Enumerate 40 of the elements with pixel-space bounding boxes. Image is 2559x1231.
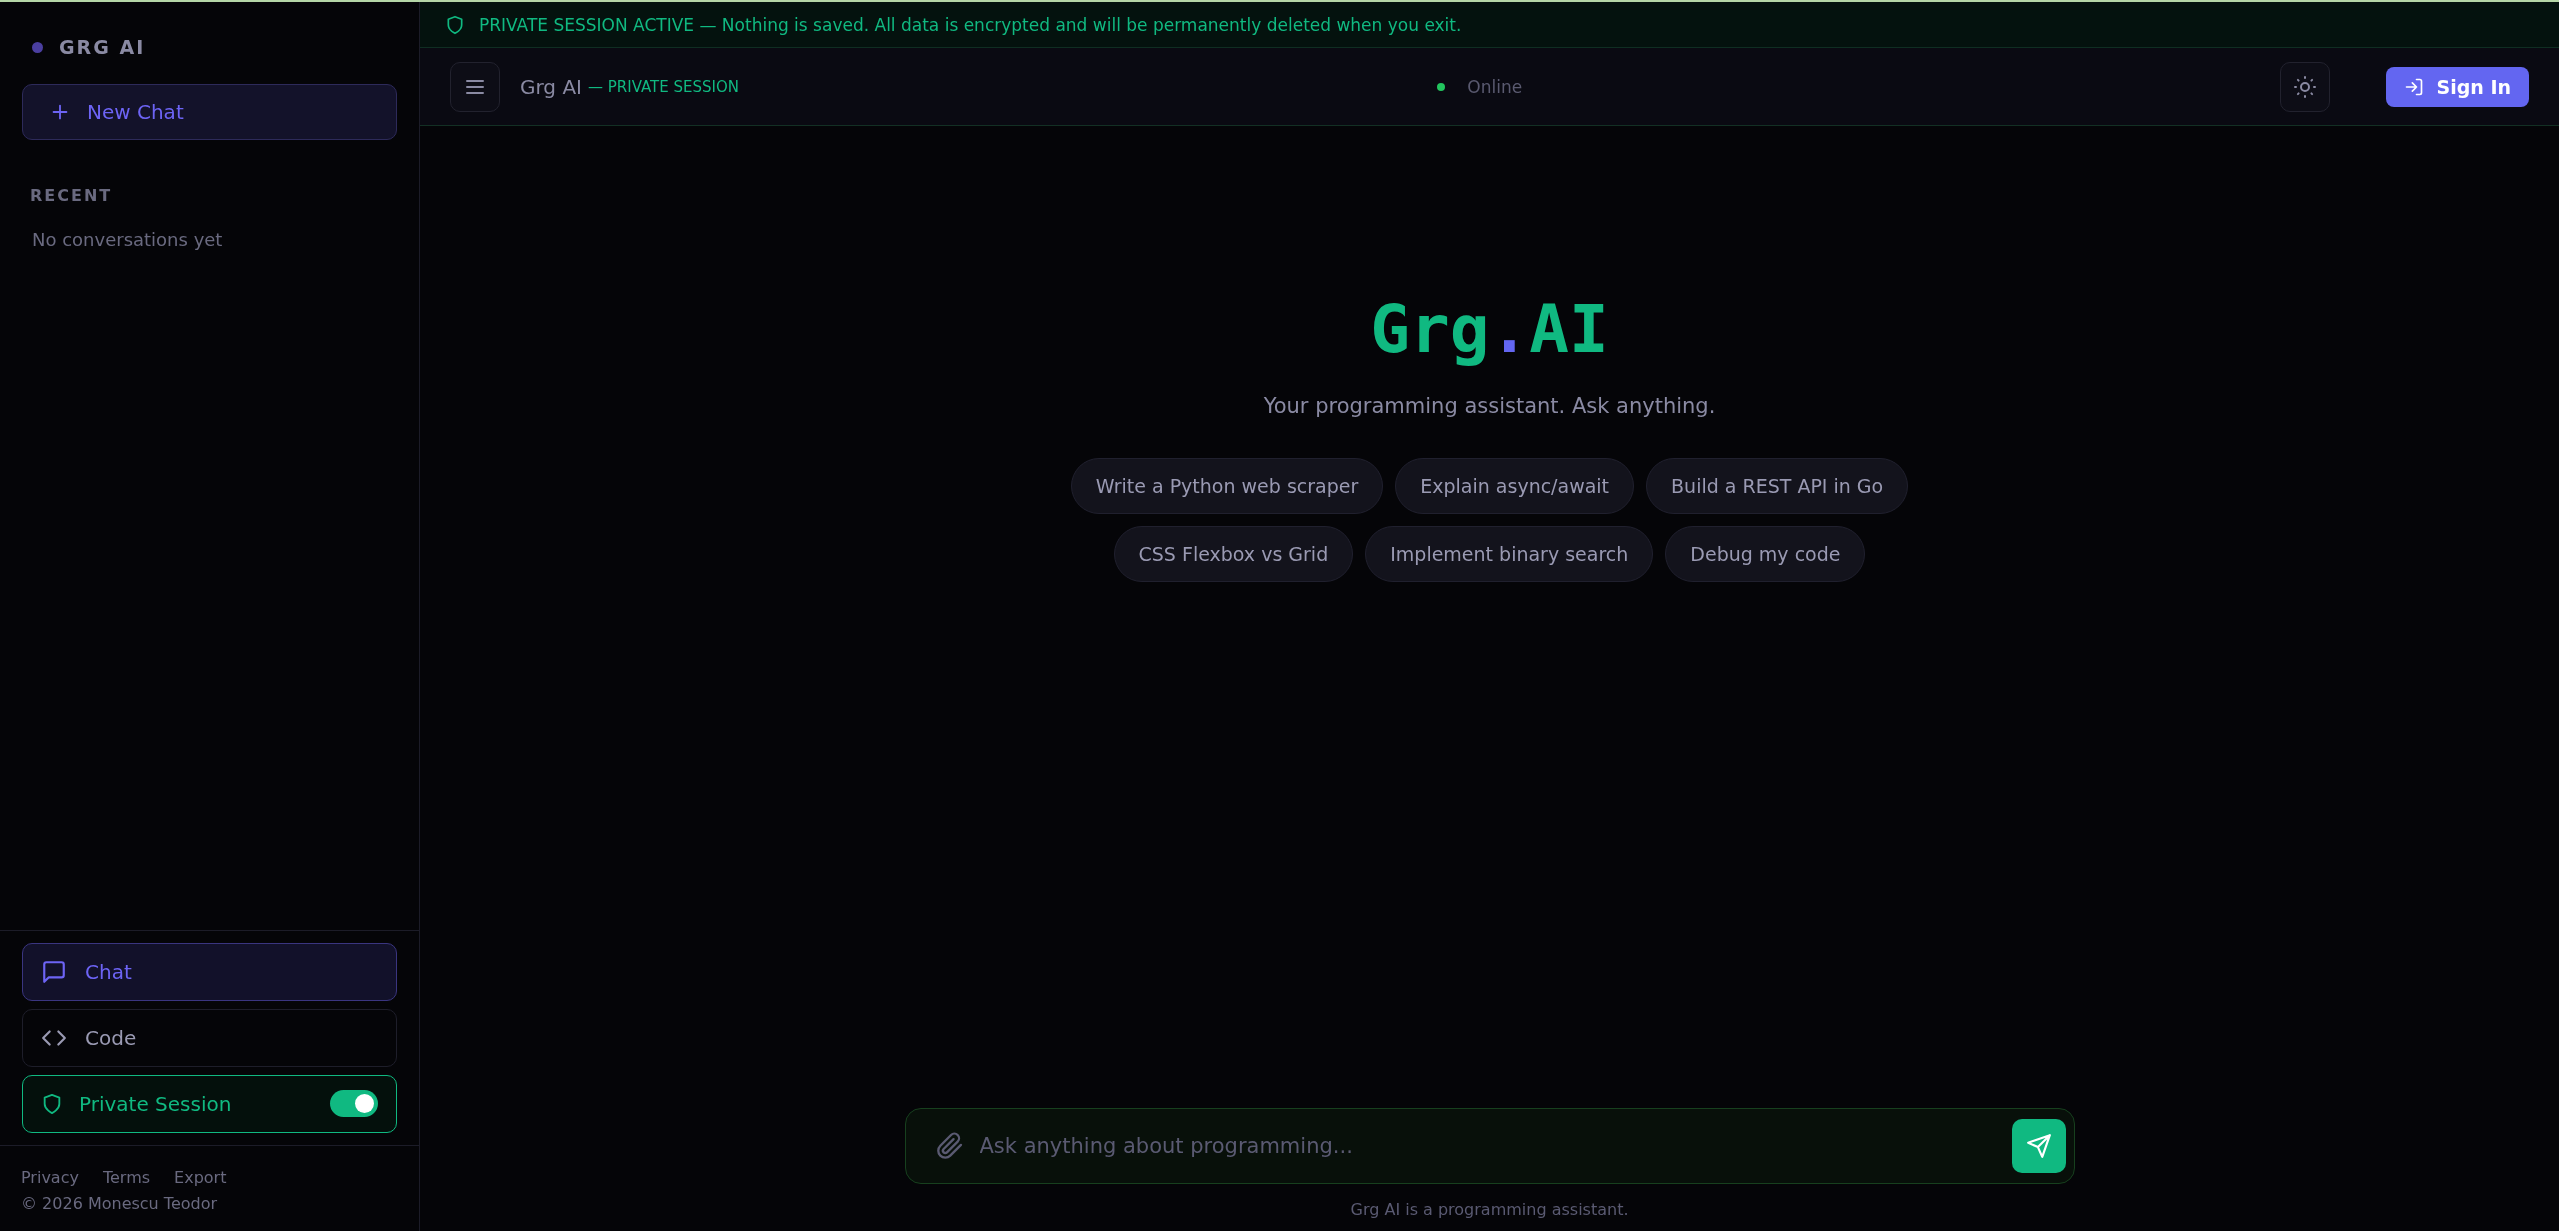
theme-toggle-button[interactable] xyxy=(2280,61,2331,112)
sun-icon xyxy=(2293,74,2318,99)
shield-icon xyxy=(41,1092,63,1115)
tagline: Your programming assistant. Ask anything. xyxy=(1263,394,1716,418)
disclaimer-text: Grg AI is a programming assistant. xyxy=(1350,1200,1629,1219)
paperclip-icon xyxy=(935,1132,964,1160)
status-dot xyxy=(32,41,43,53)
message-composer[interactable]: Ask anything about programming... xyxy=(904,1108,2075,1184)
copyright-text: © 2026 Monescu Teodor xyxy=(21,1192,219,1215)
online-dot xyxy=(1437,82,1446,91)
suggestion-chip[interactable]: Debug my code xyxy=(1665,526,1866,582)
section-heading: RECENT xyxy=(29,185,114,205)
sign-in-button[interactable]: Sign In xyxy=(2386,66,2529,107)
new-chat-button[interactable]: New Chat xyxy=(22,84,397,140)
suggestion-chip[interactable]: Explain async/await xyxy=(1395,458,1635,514)
footer-link[interactable]: Terms xyxy=(102,1167,151,1187)
footer-link[interactable]: Privacy xyxy=(21,1167,79,1187)
chat-bubble-icon xyxy=(41,958,67,985)
logo-title: Grg.AI xyxy=(1370,291,1609,368)
footer-link[interactable]: Export xyxy=(174,1167,227,1187)
brand-name: GRG AI xyxy=(59,36,146,58)
suggestion-chip[interactable]: Write a Python web scraper xyxy=(1070,458,1384,514)
suggestion-chip[interactable]: CSS Flexbox vs Grid xyxy=(1113,526,1354,582)
empty-state-text: No conversations yet xyxy=(31,228,224,250)
message-input-field[interactable]: Ask anything about programming... xyxy=(977,1133,1998,1159)
shield-icon xyxy=(445,14,465,35)
private-session-label: Private Session xyxy=(79,1091,233,1116)
session-label: — PRIVATE SESSION xyxy=(588,77,739,96)
send-button[interactable] xyxy=(2011,1119,2066,1173)
toggle-switch[interactable] xyxy=(330,1090,378,1118)
suggestion-chip[interactable]: Implement binary search xyxy=(1365,526,1654,582)
nav-item[interactable]: Code xyxy=(22,1008,397,1067)
menu-button[interactable] xyxy=(450,61,500,112)
banner-text: PRIVATE SESSION ACTIVE — Nothing is saved. All data is encrypted and will be permanently deleted when you exit. xyxy=(479,14,1462,35)
app-title: Grg AI xyxy=(520,74,582,99)
nav-item[interactable]: Chat xyxy=(22,942,397,1001)
status-text: Online xyxy=(1467,76,1523,97)
suggestion-chip[interactable]: Build a REST API in Go xyxy=(1646,458,1909,514)
sign-in-icon xyxy=(2404,76,2425,97)
send-icon xyxy=(2025,1133,2052,1159)
